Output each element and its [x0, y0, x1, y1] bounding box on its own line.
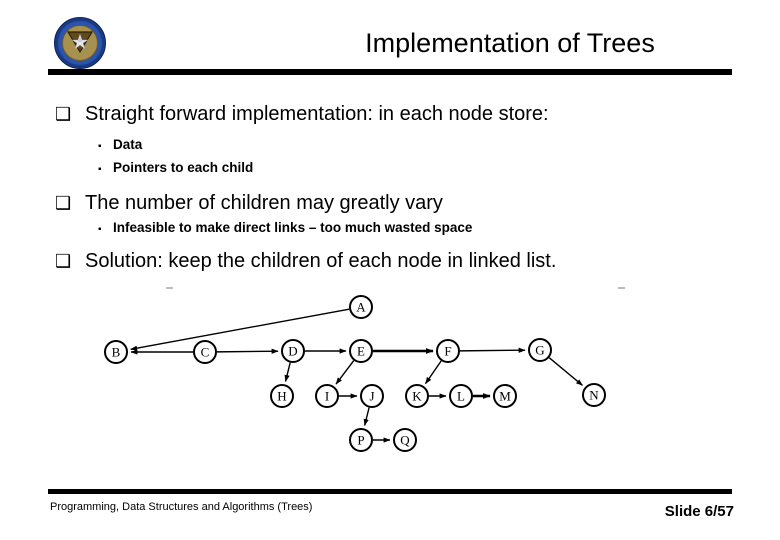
bullet-marker-square-filled: ▪ [98, 164, 102, 175]
tree-nodes: A B C D E F G H I J K L M N P Q [104, 295, 606, 452]
tree-node-J[interactable]: J [360, 384, 384, 408]
tree-edge-F-G [459, 347, 526, 353]
tree-edges [130, 308, 583, 443]
bullet-text: Pointers to each child [113, 160, 254, 175]
bullet-item-5: ▪ Infeasible to make direct links – too … [98, 219, 472, 239]
tree-node-F[interactable]: F [436, 339, 460, 363]
tree-node-label: G [535, 343, 544, 358]
tree-node-D[interactable]: D [281, 339, 305, 363]
tree-node-M[interactable]: M [493, 384, 517, 408]
tree-node-C[interactable]: C [193, 340, 217, 364]
tree-node-label: Q [400, 433, 410, 448]
tree-node-label: K [412, 389, 422, 404]
header-divider [48, 69, 732, 75]
tree-svg: A B C D E F G H I J K L M N P Q [104, 295, 606, 452]
tree-node-L[interactable]: L [449, 384, 473, 408]
tree-linked-list-diagram: A B C D E F G H I J K L M N P Q [90, 280, 650, 465]
page-title: Implementation of Trees [365, 28, 655, 58]
slide-number: Slide 6/57 [664, 503, 734, 520]
tree-node-label: D [288, 344, 297, 359]
bullet-text: Infeasible to make direct links – too mu… [113, 220, 473, 235]
bullet-marker-square-filled: ▪ [98, 141, 102, 152]
tree-node-label: H [277, 389, 286, 404]
tree-edge-G-N [548, 357, 583, 386]
tree-node-label: E [357, 344, 365, 359]
bullet-marker-square-hollow: ❑ [55, 193, 72, 213]
bullet-text: Data [113, 137, 143, 152]
bullet-text: Straight forward implementation: in each… [85, 103, 549, 125]
tree-edge-F-K [424, 360, 442, 385]
tree-node-label: N [589, 388, 599, 403]
seal-emblem-icon [66, 31, 94, 54]
bullet-marker-square-filled: ▪ [98, 224, 102, 235]
tree-node-label: B [112, 345, 121, 360]
tree-node-label: C [201, 345, 210, 360]
tree-node-E[interactable]: E [349, 339, 373, 363]
tree-node-K[interactable]: K [405, 384, 429, 408]
tree-node-Q[interactable]: Q [393, 428, 417, 452]
tree-node-label: I [325, 389, 329, 404]
bullet-item-6: ❑ Solution: keep the children of each no… [55, 248, 556, 274]
footer-caption: Programming, Data Structures and Algorit… [50, 501, 313, 513]
tree-node-I[interactable]: I [315, 384, 339, 408]
tree-node-H[interactable]: H [270, 384, 294, 408]
tree-node-label: A [356, 300, 366, 315]
slide: Implementation of Trees ❑ Straight forwa… [0, 0, 780, 540]
tree-edge-A-B [130, 308, 350, 351]
bullet-item-2: ▪ Data [98, 136, 142, 156]
bullet-item-3: ▪ Pointers to each child [98, 159, 253, 179]
tree-node-label: J [369, 389, 374, 404]
tree-node-N[interactable]: N [582, 383, 606, 407]
bullet-text: Solution: keep the children of each node… [85, 250, 557, 272]
tree-node-label: L [457, 389, 465, 404]
bullet-text: The number of children may greatly vary [85, 192, 443, 214]
tree-edge-E-I [335, 360, 355, 385]
university-seal-icon [54, 17, 106, 69]
tree-edge-D-H [284, 362, 291, 383]
tree-node-A[interactable]: A [349, 295, 373, 319]
tree-node-B[interactable]: B [104, 340, 128, 364]
tree-node-label: P [357, 433, 364, 448]
tree-node-G[interactable]: G [528, 338, 552, 362]
tree-node-label: F [444, 344, 451, 359]
tree-edge-C-D [216, 348, 279, 354]
footer-divider [48, 489, 732, 494]
tree-edge-J-P [363, 407, 370, 427]
bullet-marker-square-hollow: ❑ [55, 104, 72, 124]
bullet-item-4: ❑ The number of children may greatly var… [55, 190, 443, 216]
tree-node-P[interactable]: P [349, 428, 373, 452]
bullet-marker-square-hollow: ❑ [55, 251, 72, 271]
bullet-item-1: ❑ Straight forward implementation: in ea… [55, 101, 549, 127]
tree-node-label: M [499, 389, 511, 404]
